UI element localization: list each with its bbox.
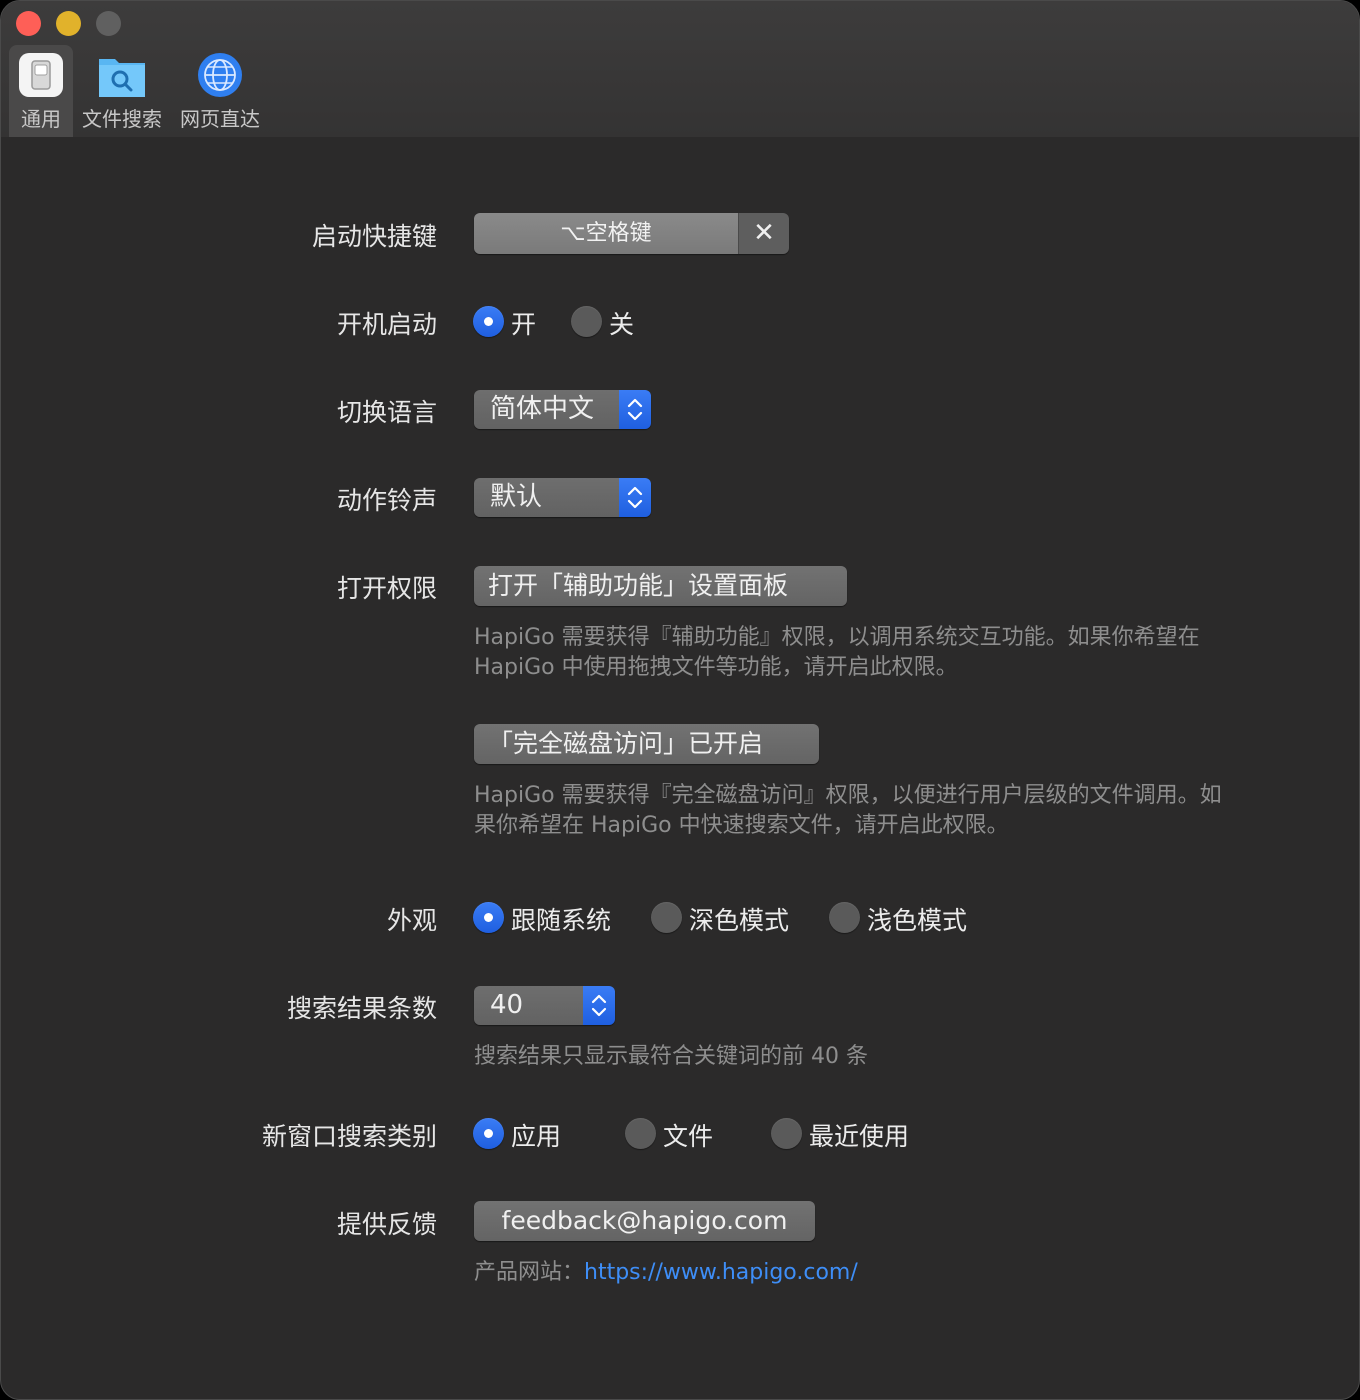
appearance-dark-label[interactable]: 深色模式 — [689, 901, 789, 937]
startup-off-radio[interactable] — [571, 306, 602, 337]
hotkey-recorder[interactable]: ⌥空格键 ✕ — [474, 213, 789, 254]
appearance-light-label[interactable]: 浅色模式 — [867, 901, 967, 937]
category-files-label[interactable]: 文件 — [663, 1117, 713, 1153]
product-site-row: 产品网站：https://www.hapigo.com/ — [474, 1258, 858, 1288]
appearance-system-radio[interactable] — [473, 902, 504, 933]
category-recent-label[interactable]: 最近使用 — [809, 1117, 909, 1153]
disk-desc-line-2: 果你希望在 HapiGo 中快速搜索文件，请开启此权限。 — [474, 813, 1009, 838]
zoom-window-button[interactable] — [96, 11, 121, 36]
tab-web-direct-label: 网页直达 — [180, 107, 260, 131]
permissions-label: 打开权限 — [336, 574, 437, 603]
full-disk-access-button[interactable]: 「完全磁盘访问」已开启 — [474, 724, 819, 764]
switch-icon — [19, 53, 63, 97]
language-select[interactable]: 简体中文 — [474, 390, 651, 429]
feedback-label: 提供反馈 — [336, 1210, 437, 1239]
category-apps-radio[interactable] — [473, 1118, 504, 1149]
language-select-value: 简体中文 — [474, 390, 619, 429]
category-apps-label[interactable]: 应用 — [511, 1117, 561, 1153]
tab-general[interactable]: 通用 — [9, 45, 73, 137]
result-count-desc: 搜索结果只显示最符合关键词的前 40 条 — [474, 1044, 868, 1069]
result-count-stepper[interactable]: 40 — [474, 986, 615, 1025]
sound-label: 动作铃声 — [336, 486, 437, 515]
result-count-value[interactable]: 40 — [474, 986, 583, 1025]
open-accessibility-button[interactable]: 打开「辅助功能」设置面板 — [474, 566, 847, 606]
feedback-email-button[interactable]: feedback@hapigo.com — [474, 1201, 815, 1241]
minimize-window-button[interactable] — [56, 11, 81, 36]
toolbar: 通用 文件搜索 网页直达 — [1, 1, 1359, 137]
tab-file-search[interactable]: 文件搜索 — [79, 45, 165, 137]
tab-general-label: 通用 — [21, 107, 61, 131]
tab-file-search-label: 文件搜索 — [82, 107, 162, 131]
category-recent-radio[interactable] — [771, 1118, 802, 1149]
appearance-system-label[interactable]: 跟随系统 — [511, 901, 611, 937]
accessibility-desc-line-1: HapiGo 需要获得『辅助功能』权限，以调用系统交互功能。如果你希望在 — [474, 625, 1200, 650]
accessibility-desc-line-2: HapiGo 中使用拖拽文件等功能，请开启此权限。 — [474, 655, 958, 680]
startup-on-radio[interactable] — [473, 306, 504, 337]
language-label: 切换语言 — [336, 398, 437, 427]
chevron-updown-icon — [591, 994, 607, 1017]
close-window-button[interactable] — [16, 11, 41, 36]
chevron-updown-icon — [627, 398, 643, 421]
startup-off-label[interactable]: 关 — [609, 305, 634, 341]
hotkey-label: 启动快捷键 — [311, 222, 437, 251]
product-site-prefix: 产品网站： — [474, 1260, 585, 1285]
disk-desc-line-1: HapiGo 需要获得『完全磁盘访问』权限，以便进行用户层级的文件调用。如 — [474, 783, 1222, 808]
new-window-category-label: 新窗口搜索类别 — [261, 1122, 437, 1151]
appearance-label: 外观 — [386, 906, 437, 935]
hotkey-clear-button[interactable]: ✕ — [738, 213, 789, 254]
chevron-updown-icon — [627, 486, 643, 509]
result-count-label: 搜索结果条数 — [286, 994, 437, 1023]
category-files-radio[interactable] — [625, 1118, 656, 1149]
product-site-link[interactable]: https://www.hapigo.com/ — [584, 1260, 858, 1285]
preferences-window: 通用 文件搜索 网页直达 启动快捷键 ⌥空格键 ✕ 开机启动 开 关 切换语言 … — [0, 0, 1360, 1400]
tab-web-direct[interactable]: 网页直达 — [177, 45, 263, 137]
folder-search-icon — [99, 59, 145, 97]
startup-on-label[interactable]: 开 — [511, 305, 536, 341]
hotkey-value[interactable]: ⌥空格键 — [474, 213, 738, 254]
sound-select-value: 默认 — [474, 478, 619, 517]
sound-select[interactable]: 默认 — [474, 478, 651, 517]
appearance-dark-radio[interactable] — [651, 902, 682, 933]
appearance-light-radio[interactable] — [829, 902, 860, 933]
globe-icon — [198, 53, 242, 97]
startup-label: 开机启动 — [336, 310, 437, 339]
